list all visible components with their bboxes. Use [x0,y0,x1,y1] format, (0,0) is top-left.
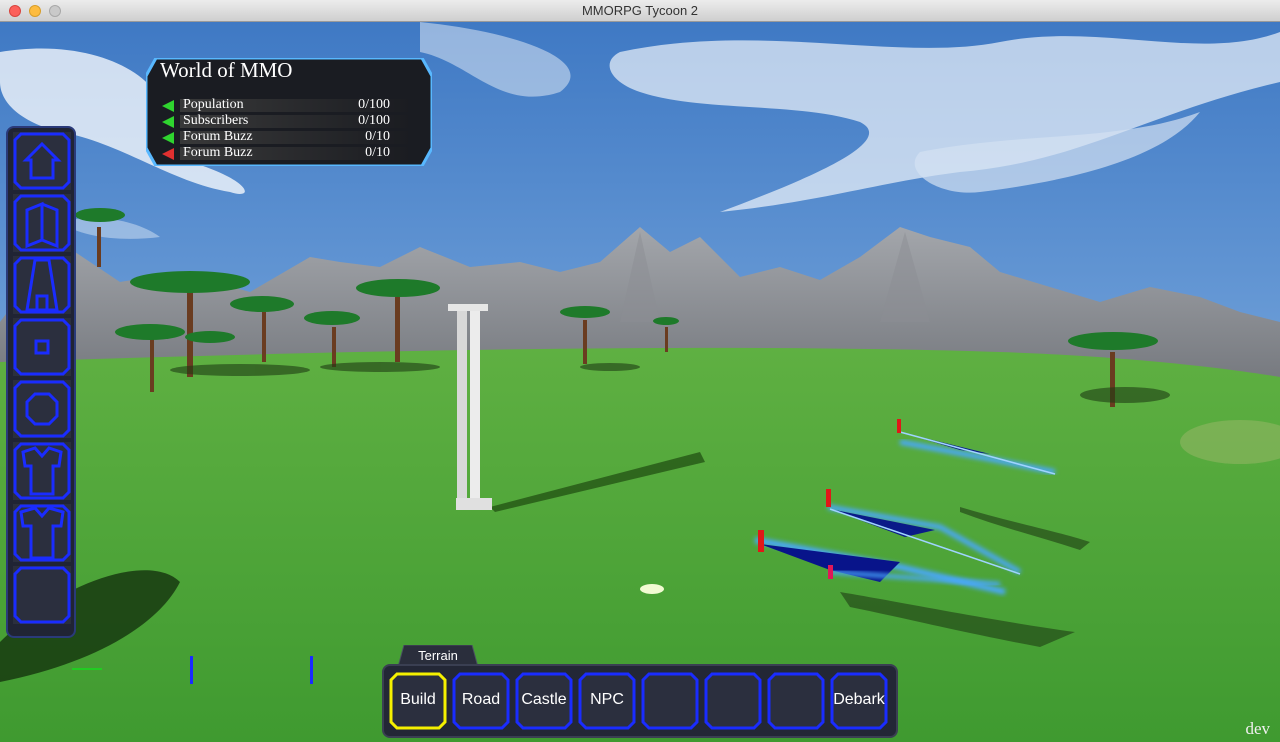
stat-row-forum-buzz-2: Forum Buzz 0/10 [160,145,410,161]
octagon-icon [13,380,71,438]
stat-value: 0/10 [365,129,390,144]
book-icon [13,194,71,252]
shirt-icon [13,504,71,562]
square-icon [13,318,71,376]
stat-row-subscribers: Subscribers 0/100 [160,113,410,129]
stat-label: Forum Buzz [183,145,253,160]
window-titlebar: MMORPG Tycoon 2 [0,0,1280,22]
minimap-marker-blue-1 [190,656,193,684]
trend-up-icon [162,116,174,128]
castle-button-label: Castle [521,691,567,708]
road-button-label: Road [461,691,501,708]
side-button-book[interactable] [13,194,71,252]
build-button-label: Build [400,691,436,708]
build-tag: dev [1245,719,1270,738]
button-frame [704,672,762,730]
button-frame [641,672,699,730]
tab-terrain-label: Terrain [418,648,458,663]
stat-row-population: Population 0/100 [160,97,410,113]
button-frame [767,672,825,730]
trend-up-icon [162,100,174,112]
stat-row-forum-buzz: Forum Buzz 0/10 [160,129,410,145]
build-toolbar: Build Road Castle NPC Debark [382,664,898,738]
npc-button-label: NPC [590,691,624,708]
debark-button[interactable]: Debark [830,672,888,730]
side-button-house[interactable] [13,132,71,190]
minimap-marker-blue-2 [310,656,313,684]
side-button-octagon[interactable] [13,380,71,438]
window-title: MMORPG Tycoon 2 [581,3,699,18]
castle-button[interactable]: Castle [515,672,573,730]
stat-value: 0/100 [358,113,390,128]
empty-slot-button-2[interactable] [704,672,762,730]
side-button-armor[interactable] [13,442,71,500]
empty-slot-button-3[interactable] [767,672,825,730]
world-name: World of MMO [160,58,293,82]
side-button-tower[interactable] [13,256,71,314]
trend-down-icon [162,148,174,160]
road-button[interactable]: Road [452,672,510,730]
armor-icon [13,442,71,500]
side-button-shirt[interactable] [13,504,71,562]
empty-slot-button-1[interactable] [641,672,699,730]
build-button[interactable]: Build [389,672,447,730]
house-icon [13,132,71,190]
empty-slot-icon [13,566,71,624]
stat-label: Subscribers [183,113,249,128]
side-button-empty[interactable] [13,566,71,624]
debark-button-label: Debark [833,691,885,708]
side-button-square[interactable] [13,318,71,376]
stat-value: 0/10 [365,145,390,160]
side-toolbar [6,126,76,638]
npc-button[interactable]: NPC [578,672,636,730]
stat-value: 0/100 [358,97,390,112]
world-status-panel: World of MMO Population 0/100 Subscriber… [146,58,432,166]
tower-icon [13,256,71,314]
stat-label: Population [183,97,244,112]
stat-label: Forum Buzz [183,129,253,144]
trend-up-icon [162,132,174,144]
minimap-marker-green [72,668,102,670]
